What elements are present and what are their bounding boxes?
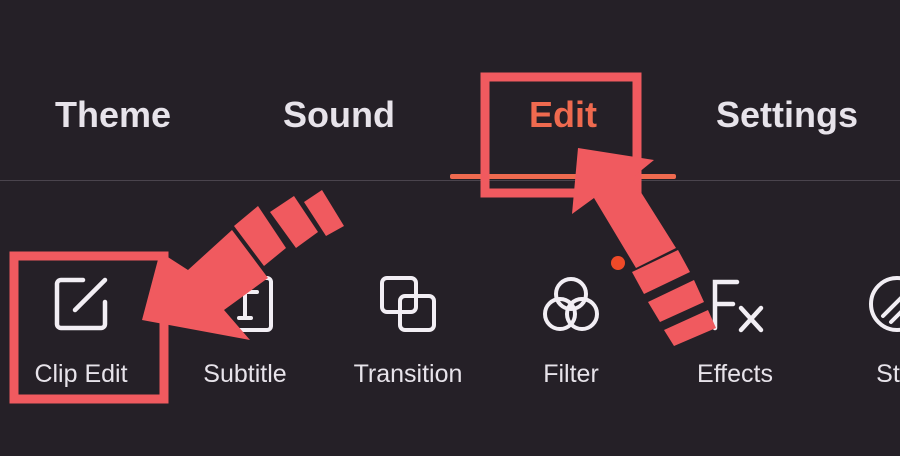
effects-icon [699,268,771,340]
tool-sticker[interactable]: Stic [822,268,900,398]
tool-clip-edit[interactable]: Clip Edit [6,268,156,398]
tab-settings[interactable]: Settings [696,88,878,142]
top-tab-bar: Theme Sound Edit Settings [0,0,900,182]
tool-label: Clip Edit [34,360,128,388]
subtitle-icon [209,268,281,340]
tool-label: Subtitle [203,360,287,388]
clip-edit-icon [45,268,117,340]
tool-filter[interactable]: Filter [496,268,646,398]
tab-edit[interactable]: Edit [480,88,646,142]
sticker-icon [861,268,900,340]
tool-transition[interactable]: Transition [333,268,483,398]
transition-icon [372,268,444,340]
tool-effects[interactable]: Effects [660,268,810,398]
tab-theme[interactable]: Theme [30,88,196,142]
tool-subtitle[interactable]: Subtitle [170,268,320,398]
tool-label: Filter [543,360,599,388]
filter-icon [535,268,607,340]
tool-label: Stic [876,360,900,388]
tool-label: Transition [353,360,463,388]
tab-sound[interactable]: Sound [256,88,422,142]
tab-divider [0,180,900,181]
notification-dot [611,256,625,270]
tool-label: Effects [697,360,773,388]
active-tab-indicator [450,174,676,179]
